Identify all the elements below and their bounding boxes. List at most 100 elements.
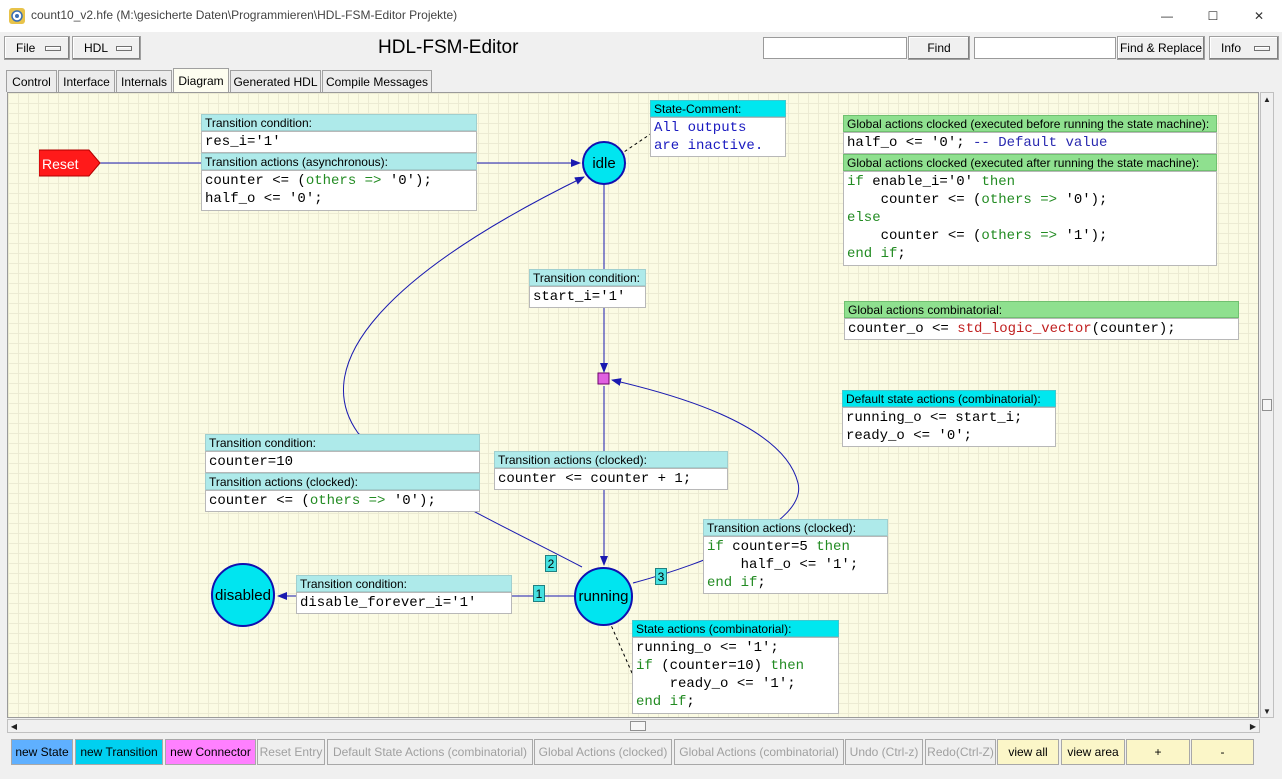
code-keyword: if (847, 174, 864, 190)
global-comb-code[interactable]: counter_o <= std_logic_vector(counter); (844, 318, 1239, 340)
tab-internals[interactable]: Internals (116, 70, 172, 92)
tab-interface[interactable]: Interface (58, 70, 115, 92)
tab-control[interactable]: Control (6, 70, 57, 92)
priority-label: 1 (533, 585, 545, 602)
code-text: (counter=10) (652, 658, 771, 674)
state-idle[interactable]: idle (582, 141, 626, 185)
code-text: ready_o <= '1'; (636, 676, 796, 692)
undo-button[interactable]: Undo (Ctrl-z) (845, 739, 923, 765)
default-state-header: Default state actions (combinatorial): (842, 390, 1056, 407)
replace-input[interactable] (974, 37, 1116, 59)
tab-compile-messages[interactable]: Compile Messages (322, 70, 432, 92)
horizontal-scroll-thumb[interactable] (630, 721, 646, 731)
maximize-icon: ☐ (1207, 9, 1219, 23)
info-menu-label: Info (1221, 41, 1242, 55)
global-clocked-after-code[interactable]: if enable_i='0' then counter <= (others … (843, 171, 1217, 266)
code-keyword: end if (707, 575, 758, 591)
file-menu-label: File (16, 41, 36, 55)
default-state-code[interactable]: running_o <= start_i; ready_o <= '0'; (842, 407, 1056, 447)
redo-button[interactable]: Redo(Ctrl-Z) (925, 739, 996, 765)
increment-actions-header: Transition actions (clocked): (494, 451, 728, 468)
increment-actions-code[interactable]: counter <= counter + 1; (494, 468, 728, 490)
reset-label: Reset (42, 156, 79, 172)
zoom-out-button[interactable]: - (1191, 739, 1254, 765)
reset-condition-code[interactable]: res_i='1' (201, 131, 477, 153)
counter10-actions-header: Transition actions (clocked): (205, 473, 480, 490)
priority-label: 2 (545, 555, 557, 572)
minimize-button[interactable]: — (1144, 0, 1190, 32)
new-transition-button[interactable]: new Transition (75, 739, 163, 765)
menu-indicator-icon (1254, 46, 1270, 51)
counter10-condition-code[interactable]: counter=10 (205, 451, 480, 473)
scroll-left-icon[interactable]: ◀ (8, 720, 20, 732)
global-clocked-after-header: Global actions clocked (executed after r… (843, 154, 1217, 171)
title-bar: count10_v2.hfe (M:\gesicherte Daten\Prog… (0, 0, 1282, 32)
hdl-menu-label: HDL (84, 41, 109, 55)
file-menu-button[interactable]: File (4, 36, 70, 60)
code-text: ready_o <= '0'; (846, 428, 973, 444)
find-replace-button[interactable]: Find & Replace (1117, 36, 1205, 60)
code-text: '0'); (1057, 192, 1108, 208)
vertical-scroll-thumb[interactable] (1262, 399, 1272, 411)
state-actions-header: State actions (combinatorial): (632, 620, 839, 637)
code-keyword: else (847, 210, 881, 226)
close-icon: ✕ (1253, 9, 1265, 23)
info-menu-button[interactable]: Info (1209, 36, 1279, 60)
scroll-right-icon[interactable]: ▶ (1247, 720, 1259, 732)
half-actions-code[interactable]: if counter=5 then half_o <= '1'; end if; (703, 536, 888, 594)
state-actions-code[interactable]: running_o <= '1'; if (counter=10) then r… (632, 637, 839, 714)
state-comment-text[interactable]: All outputs are inactive. (650, 117, 786, 157)
counter10-actions-code[interactable]: counter <= (others => '0'); (205, 490, 480, 512)
find-input[interactable] (763, 37, 907, 59)
connector[interactable] (597, 372, 610, 385)
tab-generated-hdl[interactable]: Generated HDL (230, 70, 321, 92)
code-text: ; (686, 694, 695, 710)
horizontal-scrollbar[interactable]: ◀ ▶ (7, 719, 1260, 733)
close-button[interactable]: ✕ (1236, 0, 1282, 32)
global-clocked-before-code[interactable]: half_o <= '0'; -- Default value (843, 132, 1217, 154)
half-actions-header: Transition actions (clocked): (703, 519, 888, 536)
code-text: counter <= ( (209, 493, 310, 509)
global-clocked-before-header: Global actions clocked (executed before … (843, 115, 1217, 132)
reset-entry-button[interactable]: Reset Entry (257, 739, 325, 765)
state-running[interactable]: running (574, 567, 633, 626)
global-actions-comb-button[interactable]: Global Actions (combinatorial) (674, 739, 844, 765)
global-actions-clocked-button[interactable]: Global Actions (clocked) (534, 739, 672, 765)
comment-line: are inactive. (654, 138, 764, 154)
view-all-button[interactable]: view all (997, 739, 1059, 765)
disable-condition-code[interactable]: disable_forever_i='1' (296, 592, 512, 614)
code-text: running_o <= '1'; (636, 640, 779, 656)
diagram-canvas[interactable]: Reset Transition condition: res_i='1' Tr… (7, 92, 1259, 718)
code-keyword: then (981, 174, 1016, 190)
new-state-button[interactable]: new State (11, 739, 73, 765)
view-area-button[interactable]: view area (1061, 739, 1125, 765)
code-keyword: then (770, 658, 805, 674)
code-text: counter=5 (723, 539, 817, 555)
code-text: ; (757, 575, 766, 591)
scroll-down-icon[interactable]: ▼ (1261, 705, 1273, 717)
code-text: half_o <= '1'; (707, 557, 859, 573)
new-connector-button[interactable]: new Connector (165, 739, 256, 765)
code-keyword: then (816, 539, 850, 555)
find-button[interactable]: Find (908, 36, 970, 60)
zoom-in-button[interactable]: + (1126, 739, 1190, 765)
code-keyword: end if (847, 246, 898, 262)
state-actions-link (610, 624, 633, 674)
minimize-icon: — (1161, 9, 1173, 23)
priority-label: 3 (655, 568, 667, 585)
code-text: ; (897, 246, 906, 262)
code-text: counter <= ( (205, 173, 306, 189)
reset-actions-code[interactable]: counter <= (others => '0'); half_o <= '0… (201, 170, 477, 211)
scroll-up-icon[interactable]: ▲ (1261, 93, 1273, 105)
start-condition-code[interactable]: start_i='1' (529, 286, 646, 308)
state-disabled[interactable]: disabled (211, 563, 275, 627)
code-text: counter_o <= (848, 321, 958, 337)
code-function: std_logic_vector (957, 321, 1092, 337)
default-state-actions-button[interactable]: Default State Actions (combinatorial) (327, 739, 533, 765)
vertical-scrollbar[interactable]: ▲ ▼ (1260, 92, 1274, 718)
code-text: half_o <= '0'; (847, 135, 965, 151)
hdl-menu-button[interactable]: HDL (72, 36, 141, 60)
code-text: counter <= ( (847, 192, 982, 208)
maximize-button[interactable]: ☐ (1190, 0, 1236, 32)
tab-diagram[interactable]: Diagram (173, 68, 229, 93)
